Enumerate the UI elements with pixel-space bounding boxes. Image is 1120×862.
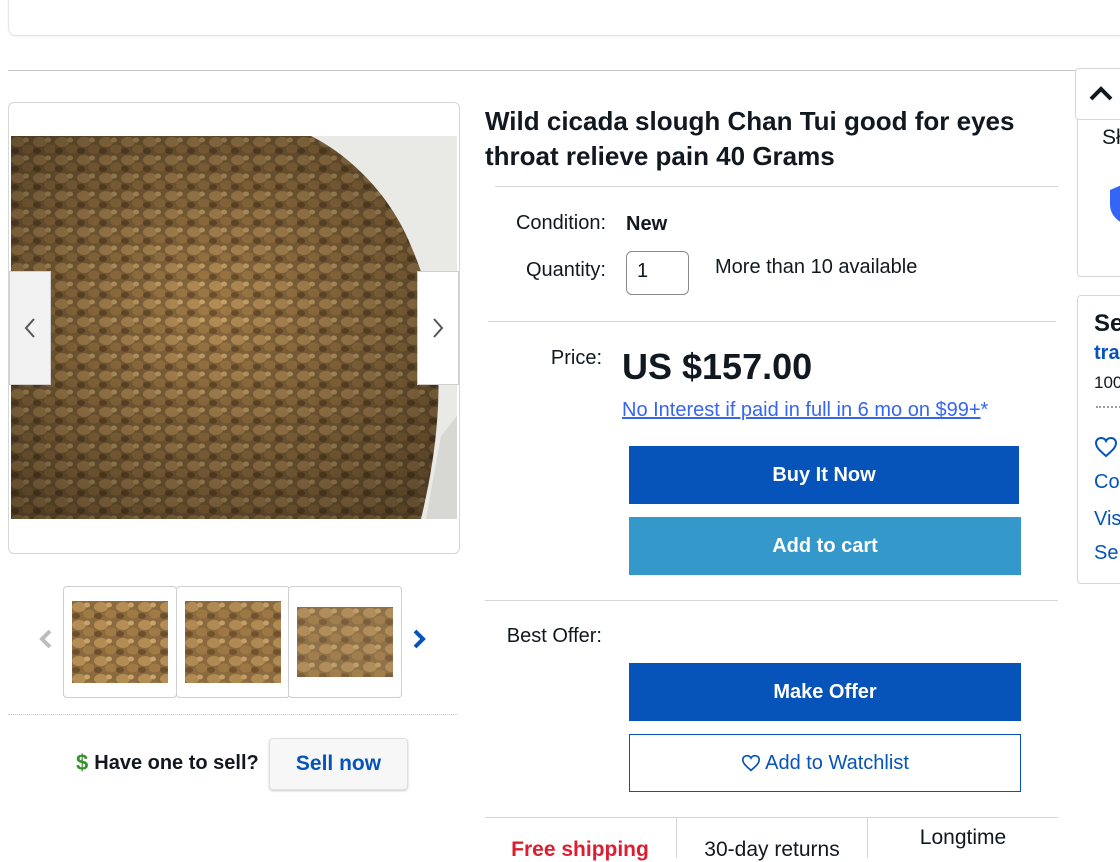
chevron-left-icon [39,629,52,649]
chevron-right-icon [413,629,426,649]
prev-image-button[interactable] [9,271,51,385]
heart-icon [742,754,761,772]
dollar-icon: $ [76,750,89,775]
next-image-button[interactable] [417,271,459,385]
buy-it-now-button[interactable]: Buy It Now [629,446,1019,504]
gallery-divider [8,714,458,715]
add-to-watchlist-button[interactable]: Add to Watchlist [629,734,1021,792]
seller-divider [1096,406,1120,408]
main-product-image[interactable] [11,136,457,519]
thumbnail-1[interactable] [63,586,177,698]
chevron-left-icon [24,318,35,338]
see-other-items-link[interactable]: Se [1094,542,1118,565]
condition-value: New [626,213,668,235]
seller-feedback: 100 [1094,373,1120,392]
scroll-to-top-button[interactable] [1075,68,1120,120]
sell-now-button[interactable]: Sell now [269,738,408,790]
header-bar [8,0,1120,36]
chevron-up-icon [1089,86,1113,101]
financing-asterisk: * [980,399,989,421]
shield-icon [1110,185,1120,222]
quantity-divider [488,321,1056,322]
main-image-panel [8,102,460,554]
thumbnail-2[interactable] [176,586,290,698]
seller-name-link[interactable]: tra [1094,342,1120,365]
title-divider [495,186,1058,187]
thumbnails-next-button[interactable] [411,628,427,655]
shop-card: Sł [1077,108,1120,277]
financing-link[interactable]: No Interest if paid in full in 6 mo on $… [622,399,981,421]
price-label: Price: [550,347,602,369]
heart-icon[interactable] [1094,436,1118,458]
availability-text: More than 10 available [715,256,918,278]
chevron-right-icon [433,318,444,338]
thumbnail-3[interactable] [288,586,402,698]
watchlist-label: Add to Watchlist [765,751,909,774]
thumbnails-prev-button[interactable] [38,628,54,655]
quantity-input[interactable]: 1 [626,251,689,295]
condition-label: Condition: [515,212,606,234]
shipping-divider [485,817,1058,818]
quantity-label: Quantity: [525,259,606,281]
visit-store-link[interactable]: Vis [1094,508,1120,531]
offer-divider [485,600,1058,601]
header-divider [8,70,1078,71]
thumbnail-image [185,601,281,683]
thumbnail-image [297,607,393,677]
add-to-cart-button[interactable]: Add to cart [629,517,1021,575]
best-offer-label: Best Offer: [506,625,602,647]
listing-title: Wild cicada slough Chan Tui good for eye… [485,106,1015,171]
financing-line: No Interest if paid in full in 6 mo on $… [622,399,988,422]
sell-prompt: $ Have one to sell? [76,750,259,776]
contact-seller-link[interactable]: Co [1094,471,1120,494]
sell-prompt-text: Have one to sell? [94,751,259,774]
make-offer-button[interactable]: Make Offer [629,663,1021,721]
longtime-badge: Longtime [919,826,1007,849]
price-value: US $157.00 [622,346,813,387]
thumbnail-image [72,601,168,683]
seller-heading: Se [1094,310,1120,337]
shop-card-text: Sł [1102,126,1120,149]
seller-card: Se tra 100 Co Vis Se [1077,295,1120,584]
